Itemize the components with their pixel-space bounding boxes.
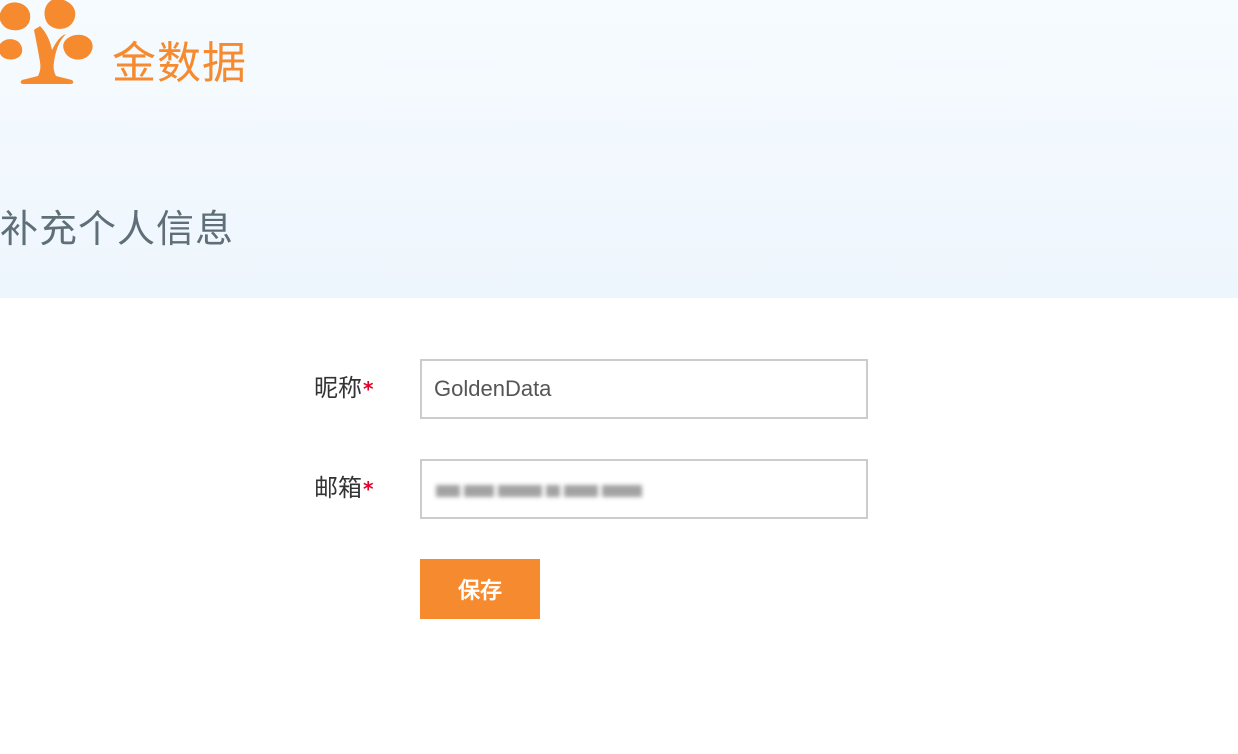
email-row: 邮箱* (0, 459, 1238, 519)
tree-logo-icon (0, 0, 93, 84)
email-label: 邮箱* (314, 472, 373, 505)
logo-text: 金数据 (112, 38, 247, 89)
required-mark: * (363, 377, 374, 401)
page-title: 补充个人信息 (0, 207, 235, 251)
email-input[interactable] (420, 459, 868, 519)
logo[interactable]: 金数据 (0, 0, 270, 100)
email-label-text: 邮箱 (314, 474, 362, 502)
email-value-blurred (436, 481, 654, 501)
nickname-label-text: 昵称 (314, 374, 362, 402)
required-mark: * (363, 477, 374, 501)
page-header: 金数据 补充个人信息 (0, 0, 1238, 298)
nickname-row: 昵称* (0, 359, 1238, 419)
save-button[interactable]: 保存 (420, 559, 540, 619)
nickname-input[interactable] (420, 359, 868, 419)
nickname-label: 昵称* (314, 372, 373, 405)
